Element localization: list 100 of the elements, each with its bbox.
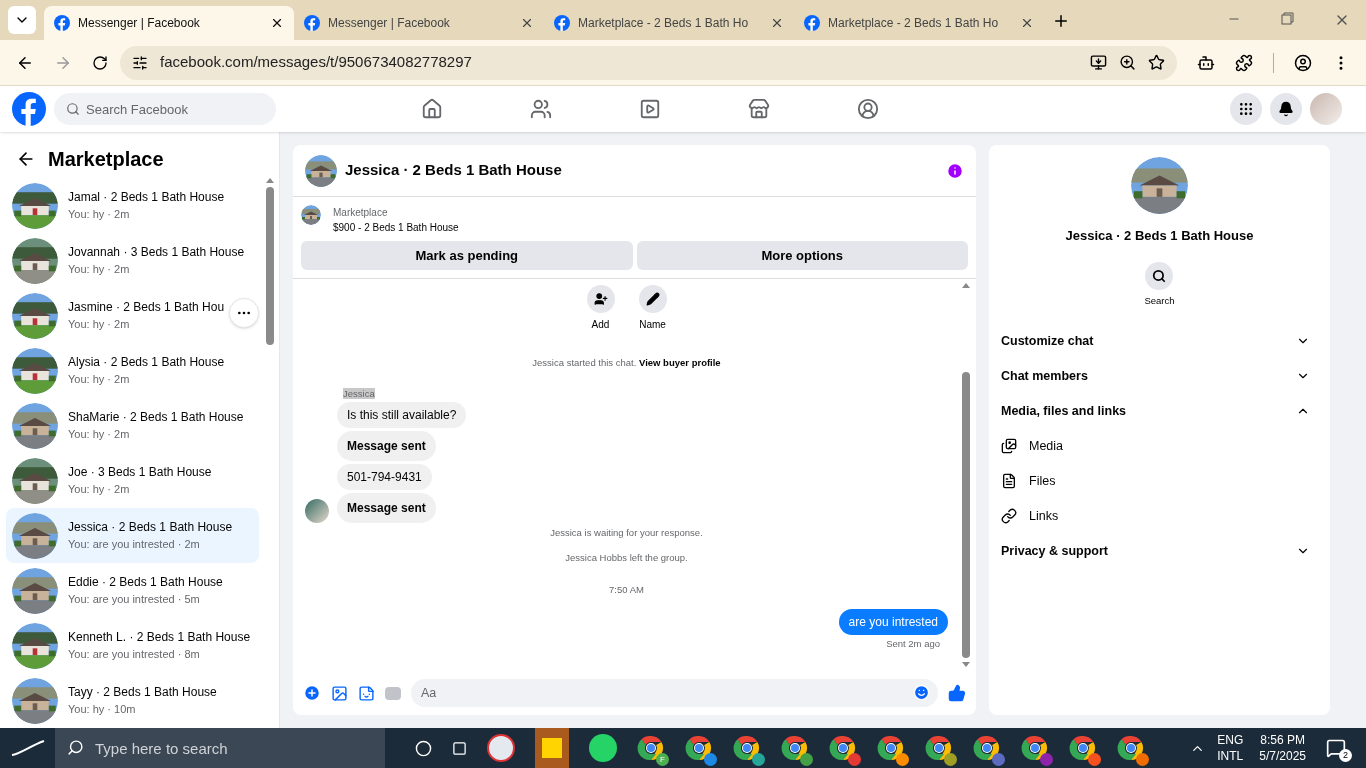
listing-action-button[interactable]: More options	[636, 241, 968, 270]
scrollbar[interactable]	[962, 372, 970, 658]
browser-tab[interactable]: Messenger | Facebook	[294, 6, 544, 40]
close-icon[interactable]	[1020, 16, 1034, 30]
scrollbar[interactable]	[266, 187, 274, 345]
chrome-icon[interactable]	[973, 734, 1001, 762]
add-icon[interactable]	[303, 684, 321, 702]
task-view-icon[interactable]	[415, 739, 432, 757]
sender-avatar[interactable]	[305, 499, 329, 524]
section-header[interactable]: Chat members	[1001, 358, 1318, 394]
close-icon[interactable]	[770, 16, 784, 30]
chrome-icon[interactable]	[781, 734, 809, 762]
chrome-icon[interactable]	[733, 734, 761, 762]
bookmark-star-icon[interactable]	[1148, 54, 1165, 71]
section-header[interactable]: Media, files and links	[1001, 393, 1318, 429]
message-bubble: Message sent	[337, 493, 436, 524]
conversation-item[interactable]: Tayy · 2 Beds 1 Bath House You: hy · 10m	[6, 673, 259, 728]
conversation-snippet: You: hy · 2m	[68, 372, 131, 388]
conversation-item[interactable]: Kenneth L. · 2 Beds 1 Bath House You: are you intrested · 8m	[6, 618, 259, 673]
listing-action-button[interactable]: Mark as pending	[301, 241, 633, 270]
conversation-item[interactable]: Joe · 3 Beds 1 Bath House You: hy · 2m	[6, 453, 259, 508]
home-icon[interactable]	[421, 98, 443, 120]
close-icon[interactable]	[270, 16, 284, 30]
system-message: Jessica is waiting for your response.	[549, 526, 704, 541]
marketplace-icon[interactable]	[748, 98, 770, 120]
restore-icon[interactable]	[1281, 12, 1294, 25]
profile-badge: F	[656, 753, 669, 766]
multitask-icon[interactable]	[452, 740, 467, 756]
grid-icon	[1238, 101, 1254, 117]
conversation-item[interactable]: Jessica · 2 Beds 1 Bath House You: are you intrested · 2m	[6, 508, 259, 563]
listing-description: $900 - 2 Beds 1 Bath House	[333, 221, 459, 235]
browser-tab[interactable]: Marketplace - 2 Beds 1 Bath Ho	[794, 6, 1044, 40]
notifications-icon[interactable]	[1326, 738, 1346, 758]
clock[interactable]: 8:56 PM 5/7/2025	[1259, 732, 1306, 764]
chrome-icon[interactable]	[925, 734, 953, 762]
conversation-item[interactable]: ShaMarie · 2 Beds 1 Bath House You: hy · 2m	[6, 398, 259, 453]
conversation-item[interactable]: Alysia · 2 Beds 1 Bath House You: hy · 2m	[6, 343, 259, 398]
section-header[interactable]: Privacy & support	[1001, 533, 1318, 569]
message-input[interactable]: Aa	[411, 679, 938, 707]
video-icon[interactable]	[639, 98, 661, 120]
gallery-icon[interactable]	[331, 684, 348, 702]
new-tab-icon[interactable]	[1052, 12, 1070, 30]
section-header[interactable]: Customize chat	[1001, 323, 1318, 359]
browser-tab[interactable]: Marketplace - 2 Beds 1 Bath Ho	[544, 6, 794, 40]
conversation-item[interactable]: Jamal · 2 Beds 1 Bath House You: hy · 2m	[6, 178, 259, 233]
add-person-icon	[593, 292, 608, 306]
robot-icon[interactable]	[1197, 53, 1215, 72]
chrome-icon[interactable]	[1117, 734, 1145, 762]
file-icon	[1001, 473, 1017, 490]
section-item[interactable]: Media	[1001, 428, 1318, 464]
conversation-snippet: You: hy · 2m	[68, 427, 131, 443]
facebook-favicon-icon	[554, 15, 570, 31]
language-indicator[interactable]: ENG INTL	[1217, 732, 1244, 764]
scroll-up-icon[interactable]	[962, 283, 970, 288]
section-item[interactable]: Links	[1001, 498, 1318, 534]
section-item[interactable]: Files	[1001, 463, 1318, 499]
scroll-down-icon[interactable]	[962, 662, 970, 667]
reload-icon[interactable]	[92, 54, 108, 71]
conversation-item[interactable]: Jovannah · 3 Beds 1 Bath House You: hy · 2m	[6, 233, 259, 288]
address-bar[interactable]: facebook.com/messages/t/9506734082778297	[120, 45, 1177, 80]
menu-button[interactable]	[1230, 93, 1262, 125]
sender-name: Jessica	[343, 388, 375, 400]
tab-title: Marketplace - 2 Beds 1 Bath Ho	[578, 15, 750, 32]
site-settings-icon[interactable]	[132, 54, 148, 71]
conversation-name: Eddie · 2 Beds 1 Bath House	[68, 574, 223, 592]
conversation-name: ShaMarie · 2 Beds 1 Bath House	[68, 409, 244, 427]
scroll-up-icon[interactable]	[266, 178, 274, 183]
zoom-icon[interactable]	[1119, 54, 1136, 71]
message-time: 7:50 AM	[608, 582, 645, 597]
friends-icon[interactable]	[530, 98, 552, 120]
chrome-icon[interactable]	[1069, 734, 1097, 762]
info-icon[interactable]	[946, 161, 964, 180]
facebook-logo-icon	[12, 92, 46, 126]
sticker-icon[interactable]	[358, 684, 375, 702]
conversation-item[interactable]: Eddie · 2 Beds 1 Bath House You: are you intrested · 5m	[6, 563, 259, 618]
chrome-icon[interactable]	[829, 734, 857, 762]
start-swoosh-icon[interactable]	[9, 740, 46, 756]
buyer-profile-link[interactable]: View buyer profile	[639, 357, 721, 368]
browser-tab[interactable]: Messenger | Facebook	[44, 6, 294, 40]
search-icon	[67, 739, 84, 756]
notifications-button[interactable]	[1270, 93, 1302, 125]
extensions-icon[interactable]	[1235, 53, 1253, 72]
search-field[interactable]: Search Facebook	[54, 93, 276, 125]
close-icon[interactable]	[520, 16, 534, 30]
chrome-icon[interactable]	[877, 734, 905, 762]
groups-icon[interactable]	[857, 98, 879, 120]
chrome-icon[interactable]	[685, 734, 713, 762]
profile-icon[interactable]	[1294, 53, 1312, 72]
like-icon[interactable]	[948, 684, 966, 702]
link-icon	[1001, 508, 1017, 525]
conversation-snippet: You: hy · 2m	[68, 207, 131, 223]
taskbar-search-field[interactable]: Type here to search	[55, 728, 385, 768]
conversation-item[interactable]: Jasmine · 2 Beds 1 Bath Hou You: hy · 2m	[6, 288, 259, 343]
conversation-name: Jessica · 2 Beds 1 Bath House	[68, 519, 233, 537]
chrome-icon[interactable]	[1021, 734, 1049, 762]
conversation-snippet: You: hy · 2m	[68, 482, 131, 498]
tab-list-button[interactable]	[8, 6, 36, 34]
sticky-notes-icon[interactable]	[535, 728, 569, 768]
chrome-icon[interactable]	[637, 734, 665, 762]
install-icon[interactable]	[1090, 54, 1107, 71]
